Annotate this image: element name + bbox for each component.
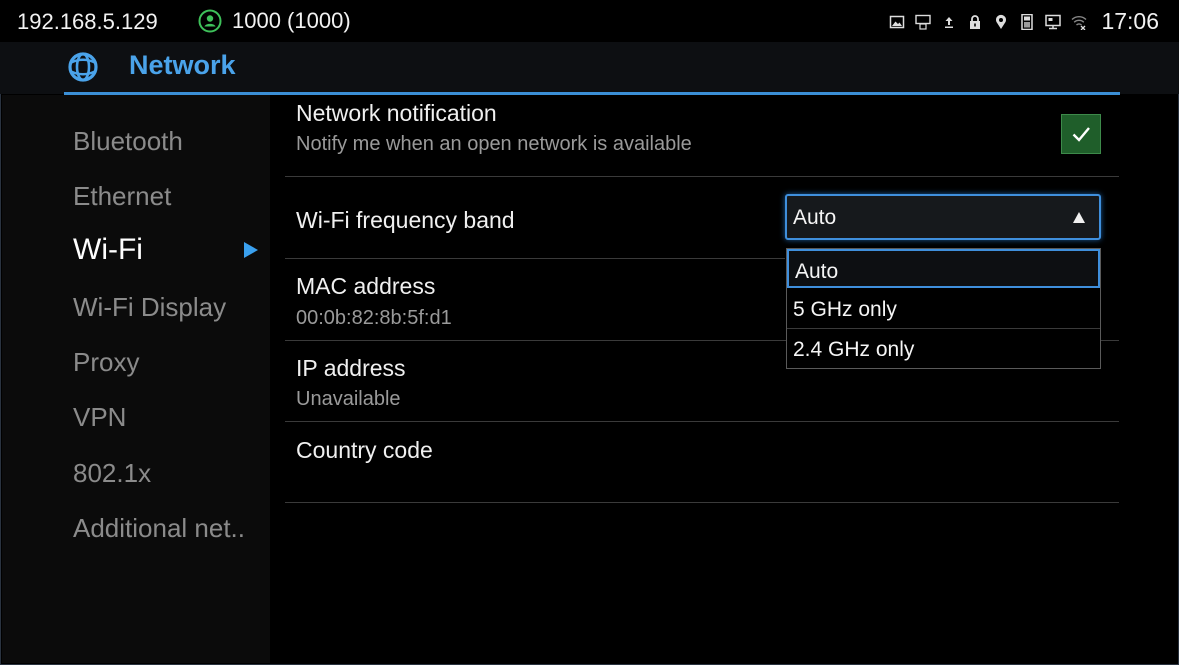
row-divider	[285, 258, 785, 259]
account-indicator: 1000 (1000)	[198, 8, 351, 34]
row-divider	[285, 176, 1119, 177]
sidebar-item-vpn[interactable]: VPN	[73, 402, 126, 433]
account-label: 1000 (1000)	[232, 8, 351, 33]
network-share-icon	[915, 14, 932, 30]
image-icon	[890, 15, 905, 28]
sidebar-item-ethernet[interactable]: Ethernet	[73, 181, 171, 212]
mac-address-value: 00:0b:82:8b:5f:d1	[296, 307, 452, 329]
network-notification-checkbox[interactable]	[1061, 114, 1101, 154]
network-notification-summary: Notify me when an open network is availa…	[296, 133, 692, 155]
location-icon	[996, 14, 1007, 29]
account-icon	[198, 9, 222, 33]
sidebar-item-wifi[interactable]: Wi-Fi	[73, 233, 143, 267]
clock: 17:06	[1101, 8, 1159, 34]
page-title: Network	[129, 50, 236, 80]
upload-icon	[945, 16, 954, 28]
dropdown-option-label: 2.4 GHz only	[793, 338, 915, 361]
dropdown-option-label: 5 GHz only	[793, 298, 897, 321]
sidebar-item-8021x[interactable]: 802.1x	[73, 458, 151, 489]
globe-icon	[68, 52, 98, 82]
row-divider	[285, 502, 1119, 503]
sidebar-item-additional-networks[interactable]: Additional net..	[73, 513, 245, 544]
ip-address-indicator: 192.168.5.129	[17, 9, 158, 34]
selected-arrow-icon	[244, 242, 258, 258]
dropdown-option-auto[interactable]: Auto	[787, 249, 1100, 288]
dropdown-option-label: Auto	[795, 260, 839, 283]
status-bar: 192.168.5.129 1000 (1000) 17:06	[0, 0, 1179, 42]
ip-address-title: IP address	[296, 355, 406, 381]
status-icons: 17:06	[889, 8, 1159, 35]
dropdown-option-5ghz[interactable]: 5 GHz only	[787, 289, 1100, 328]
settings-panel	[270, 95, 1178, 663]
row-divider	[285, 421, 1119, 422]
ip-address-value: Unavailable	[296, 388, 401, 410]
frequency-band-title[interactable]: Wi-Fi frequency band	[296, 207, 515, 234]
network-notification-title[interactable]: Network notification	[296, 100, 497, 127]
dropdown-caret-icon	[1073, 212, 1085, 223]
phone-icon	[1021, 13, 1034, 30]
sidebar-item-proxy[interactable]: Proxy	[73, 347, 139, 378]
country-code-title[interactable]: Country code	[296, 437, 433, 464]
sidebar-item-wifi-display[interactable]: Wi-Fi Display	[73, 292, 226, 323]
check-icon	[1072, 127, 1090, 142]
sidebar-item-bluetooth[interactable]: Bluetooth	[73, 126, 183, 157]
lock-icon	[970, 14, 981, 29]
display-icon	[1045, 14, 1062, 29]
frequency-band-select[interactable]: Auto	[785, 194, 1101, 240]
frequency-band-value: Auto	[793, 206, 837, 229]
mac-address-title: MAC address	[296, 273, 436, 299]
dropdown-option-24ghz[interactable]: 2.4 GHz only	[787, 329, 1100, 368]
app-header: Network	[0, 42, 1179, 94]
frequency-band-dropdown: Auto 5 GHz only 2.4 GHz only	[786, 248, 1101, 369]
wifi-icon	[1071, 15, 1087, 30]
